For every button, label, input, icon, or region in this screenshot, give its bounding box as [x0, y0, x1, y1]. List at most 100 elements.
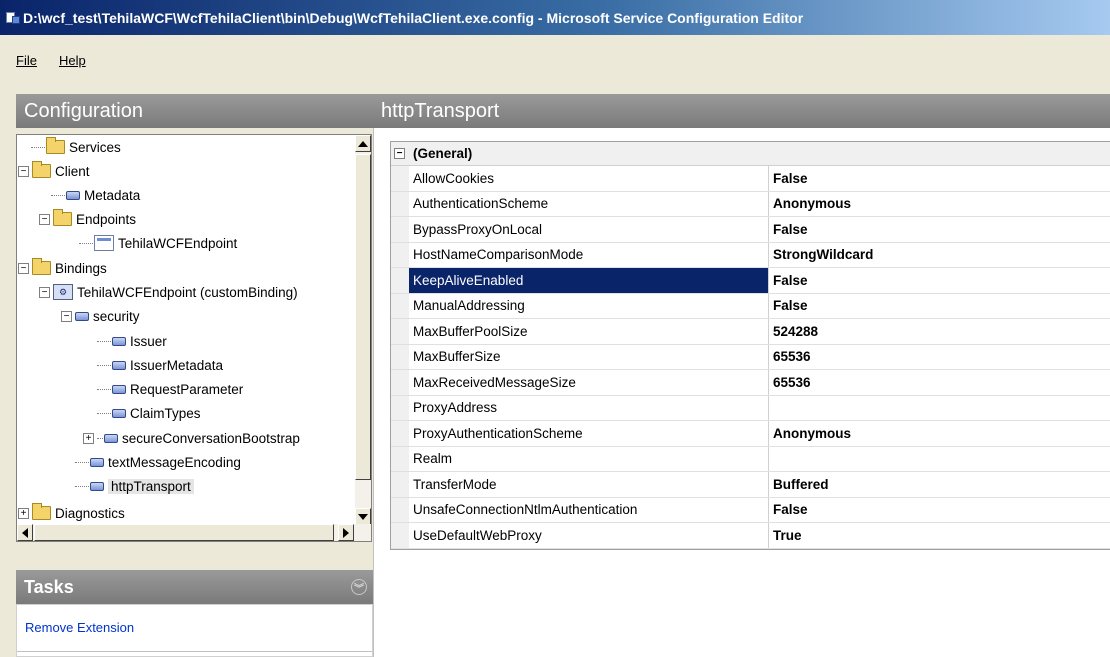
expand-icon[interactable]: +: [18, 507, 29, 519]
property-name: ProxyAuthenticationScheme: [391, 421, 769, 446]
property-row[interactable]: ProxyAddress: [391, 395, 1110, 421]
scroll-right-button[interactable]: [338, 524, 354, 541]
property-value[interactable]: True: [769, 523, 1110, 548]
property-value[interactable]: False: [769, 217, 1110, 242]
tree-item-services[interactable]: Services: [31, 135, 121, 159]
property-value[interactable]: 524288: [769, 319, 1110, 344]
tree-item-diagnostics[interactable]: + Diagnostics: [18, 503, 125, 523]
extension-icon: [112, 360, 126, 370]
collapse-icon[interactable]: −: [18, 165, 29, 177]
property-value[interactable]: False: [769, 268, 1110, 293]
tree-item-metadata[interactable]: Metadata: [51, 183, 140, 207]
property-name: HostNameComparisonMode: [391, 242, 769, 267]
property-row[interactable]: AllowCookies False: [391, 166, 1110, 192]
binding-icon: ⚙: [53, 284, 73, 300]
property-grid[interactable]: − (General) AllowCookies False Authentica…: [390, 141, 1110, 550]
collapse-icon[interactable]: −: [39, 286, 50, 298]
tree-item-http-transport[interactable]: httpTransport: [75, 474, 194, 498]
title-bar[interactable]: D:\wcf_test\TehilaWCF\WcfTehilaClient\bi…: [0, 0, 1110, 35]
property-row[interactable]: BypassProxyOnLocal False: [391, 217, 1110, 243]
property-value[interactable]: 65536: [769, 370, 1110, 395]
app-icon[interactable]: [6, 11, 20, 25]
tree-item-issuer[interactable]: Issuer: [97, 329, 167, 353]
extension-icon: [104, 433, 118, 443]
property-row[interactable]: HostNameComparisonMode StrongWildcard: [391, 242, 1110, 268]
tree-item-request-parameter[interactable]: RequestParameter: [97, 377, 243, 401]
extension-icon: [75, 311, 89, 321]
details-title: httpTransport: [381, 99, 500, 122]
arrow-down-icon: [358, 513, 368, 520]
property-row[interactable]: MaxReceivedMessageSize 65536: [391, 370, 1110, 396]
tree-item-issuer-metadata[interactable]: IssuerMetadata: [97, 353, 223, 377]
category-general[interactable]: − (General): [391, 142, 1110, 166]
folder-icon: [32, 258, 51, 275]
property-name: AuthenticationScheme: [391, 191, 769, 216]
property-row[interactable]: TransferMode Buffered: [391, 472, 1110, 498]
extension-icon: [112, 336, 126, 346]
tree-item-tehilawcfendpoint[interactable]: TehilaWCFEndpoint: [79, 231, 237, 255]
tree-item-client[interactable]: − Client: [18, 159, 90, 183]
tree-vertical-scrollbar[interactable]: [355, 135, 371, 525]
tree-item-secure-conversation-bootstrap[interactable]: + secureConversationBootstrap: [83, 426, 300, 450]
tree-item-bindings[interactable]: − Bindings: [18, 256, 107, 280]
tree-item-text-message-encoding[interactable]: textMessageEncoding: [75, 450, 241, 474]
tree-item-custom-binding[interactable]: − ⚙ TehilaWCFEndpoint (customBinding): [39, 280, 298, 304]
folder-icon: [53, 209, 72, 226]
property-name: Realm: [391, 446, 769, 471]
collapse-icon[interactable]: −: [394, 148, 405, 159]
configuration-tree[interactable]: Services − Client Metadata − Endpoints T…: [16, 134, 372, 542]
property-value[interactable]: False: [769, 166, 1110, 191]
menu-file[interactable]: File: [16, 53, 37, 68]
property-value[interactable]: False: [769, 498, 1110, 523]
property-row[interactable]: MaxBufferSize 65536: [391, 344, 1110, 370]
collapse-icon[interactable]: −: [18, 262, 29, 274]
property-row-selected[interactable]: KeepAliveEnabled False: [391, 268, 1110, 294]
tasks-header[interactable]: Tasks ︾: [16, 570, 373, 604]
tasks-title: Tasks: [24, 576, 74, 597]
property-name: UnsafeConnectionNtlmAuthentication: [391, 497, 769, 522]
scroll-down-button[interactable]: [355, 508, 371, 525]
property-name: KeepAliveEnabled: [391, 268, 769, 293]
tree-item-claim-types[interactable]: ClaimTypes: [97, 401, 201, 425]
property-value[interactable]: 65536: [769, 345, 1110, 370]
details-panel: − (General) AllowCookies False Authentica…: [373, 128, 1110, 657]
property-row[interactable]: MaxBufferPoolSize 524288: [391, 319, 1110, 345]
property-row[interactable]: ManualAddressing False: [391, 293, 1110, 319]
property-row[interactable]: AuthenticationScheme Anonymous: [391, 191, 1110, 217]
property-value[interactable]: [769, 447, 1110, 472]
vertical-scroll-thumb[interactable]: [355, 154, 371, 480]
property-row[interactable]: UnsafeConnectionNtlmAuthentication False: [391, 497, 1110, 523]
property-value[interactable]: Anonymous: [769, 421, 1110, 446]
menu-help[interactable]: Help: [59, 53, 86, 68]
scroll-up-button[interactable]: [355, 135, 371, 152]
property-row[interactable]: UseDefaultWebProxy True: [391, 523, 1110, 549]
tree-item-endpoints[interactable]: − Endpoints: [39, 207, 136, 231]
property-name: TransferMode: [391, 472, 769, 497]
property-name: BypassProxyOnLocal: [391, 217, 769, 242]
tree-horizontal-scrollbar[interactable]: [17, 524, 371, 541]
collapse-icon[interactable]: −: [61, 310, 72, 322]
property-value[interactable]: Buffered: [769, 472, 1110, 497]
remove-extension-link[interactable]: Remove Extension: [25, 620, 134, 635]
property-row[interactable]: ProxyAuthenticationScheme Anonymous: [391, 421, 1110, 447]
folder-icon: [46, 137, 65, 154]
window-title: D:\wcf_test\TehilaWCF\WcfTehilaClient\bi…: [23, 9, 804, 26]
horizontal-scroll-thumb[interactable]: [34, 524, 334, 541]
expand-icon[interactable]: +: [83, 432, 94, 444]
collapse-icon[interactable]: −: [39, 213, 50, 225]
tasks-panel: Remove Extension: [16, 604, 373, 657]
property-name: ManualAddressing: [391, 293, 769, 318]
property-value[interactable]: StrongWildcard: [769, 243, 1110, 268]
details-header: httpTransport: [373, 94, 1110, 128]
tree-item-security[interactable]: − security: [61, 304, 140, 328]
folder-icon: [32, 503, 51, 520]
extension-icon: [112, 408, 126, 418]
collapse-chevron-icon[interactable]: ︾: [351, 579, 367, 595]
property-value[interactable]: Anonymous: [769, 192, 1110, 217]
property-value[interactable]: [769, 396, 1110, 421]
scroll-left-button[interactable]: [17, 524, 33, 541]
extension-icon: [90, 457, 104, 467]
configuration-header: Configuration: [16, 94, 373, 128]
property-value[interactable]: False: [769, 294, 1110, 319]
property-row[interactable]: Realm: [391, 446, 1110, 472]
